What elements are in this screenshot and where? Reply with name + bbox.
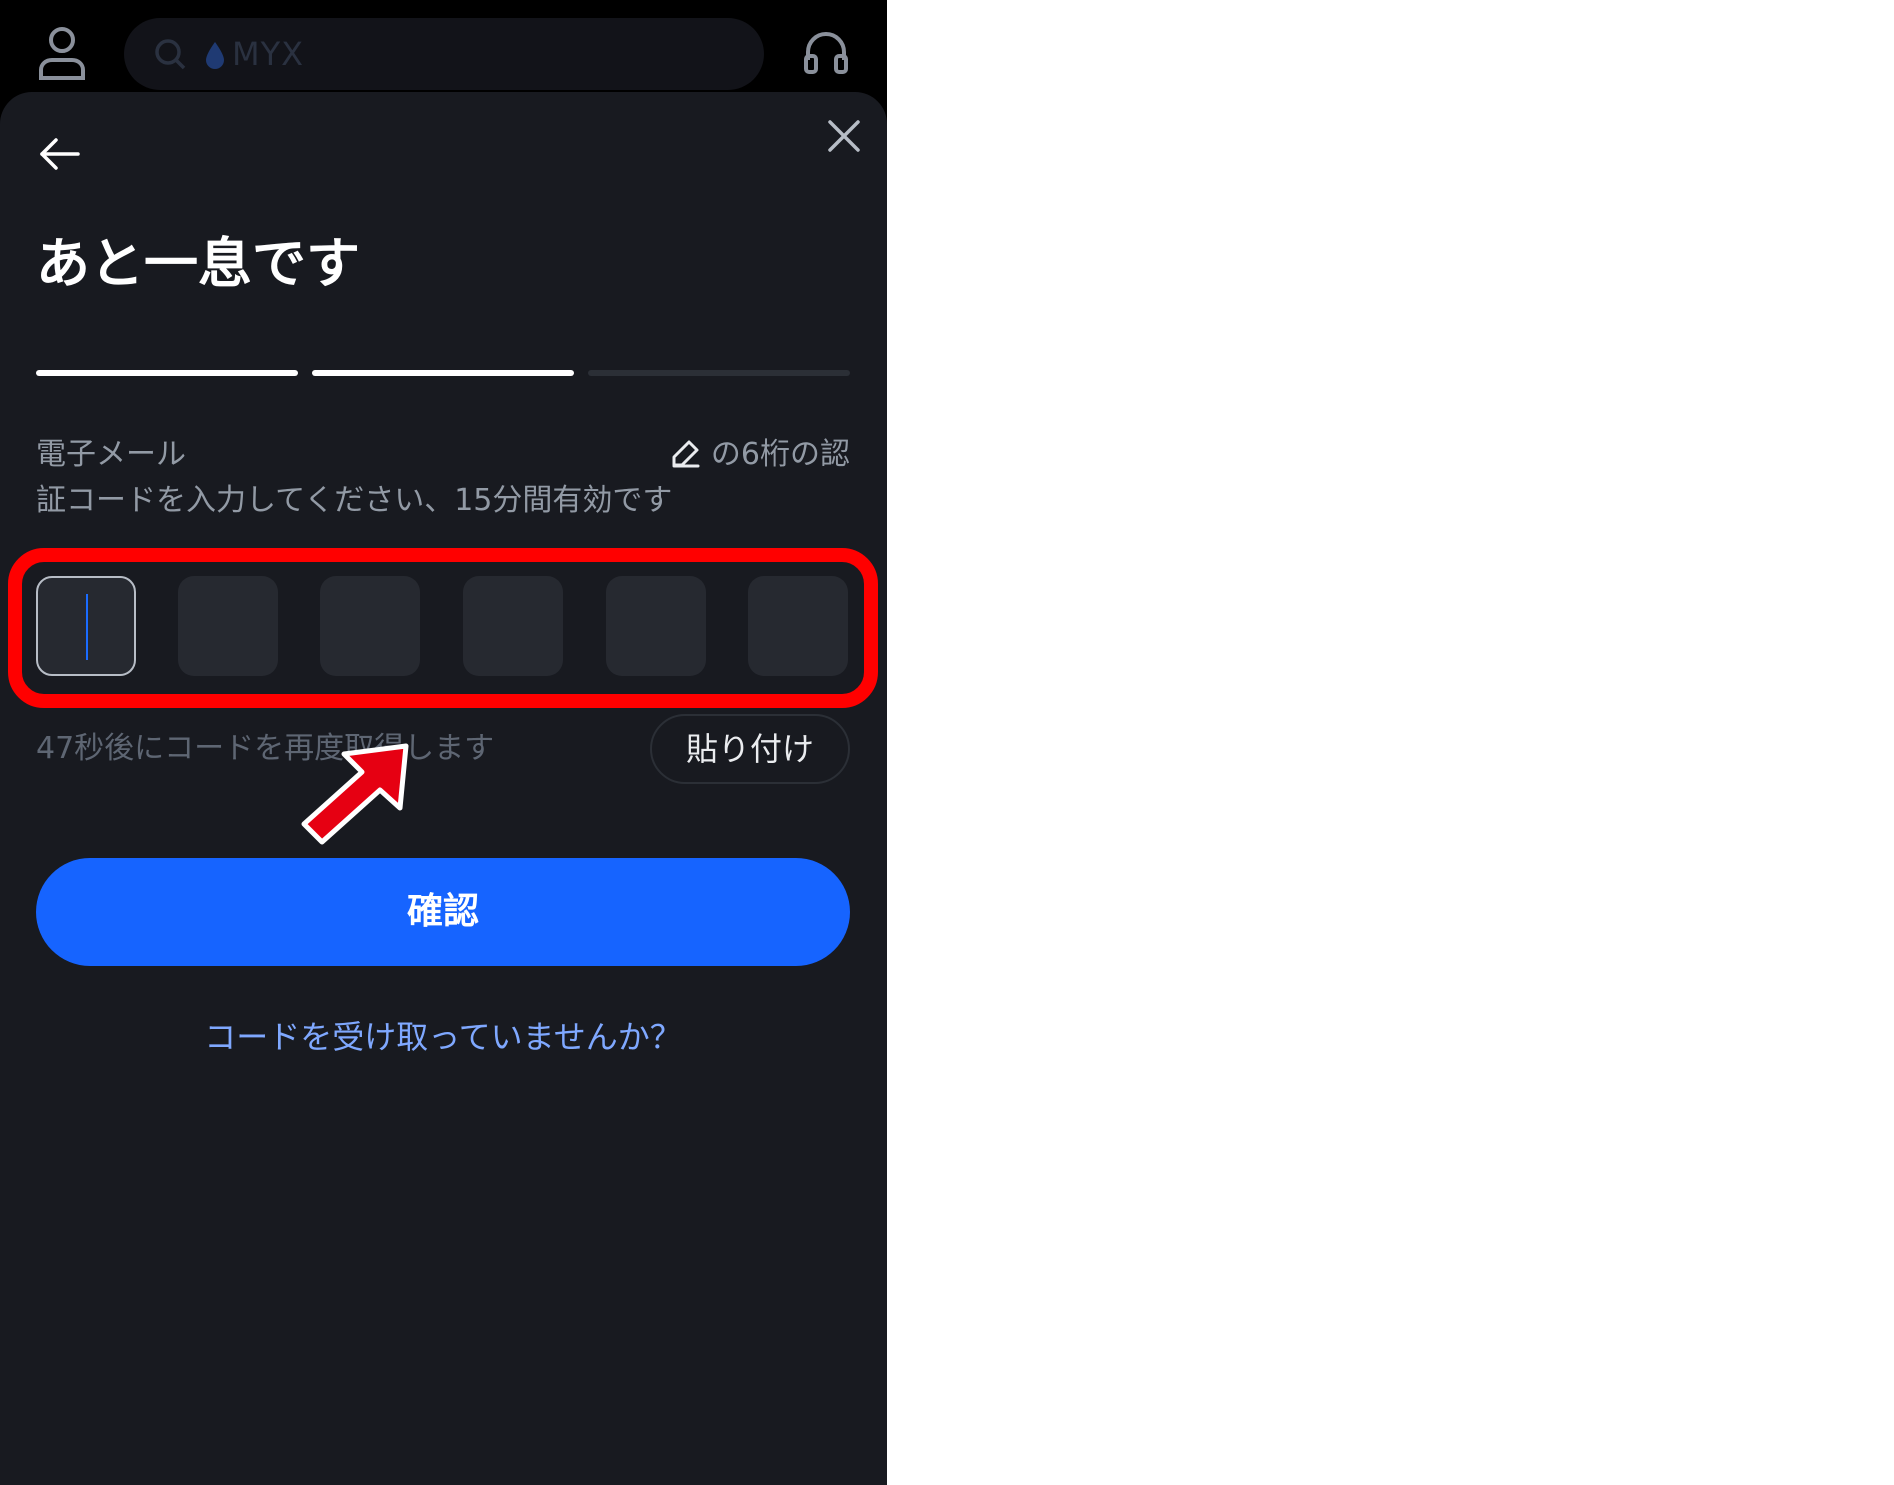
resend-countdown: 47秒後にコードを再度取得します [36,731,495,766]
step-progress [36,370,850,376]
instruction-line-2: 証コードを入力してください、15分間有効です [36,483,673,518]
code-input-group [36,576,850,678]
search-icon [155,39,186,70]
close-icon[interactable] [824,116,864,156]
verification-sheet: あと一息です 電子メール の6桁の認 証コードを入力してください、15分間有効で… [0,92,887,1485]
text-caret [86,594,88,660]
edit-email-link[interactable]: の6桁の認 [671,432,850,478]
instruction-text: 電子メール の6桁の認 証コードを入力してください、15分間有効です [36,432,850,524]
back-arrow-icon[interactable] [36,130,84,178]
user-icon[interactable] [36,24,88,80]
code-digit-1[interactable] [36,576,136,676]
code-digit-2[interactable] [178,576,278,676]
confirm-button[interactable]: 確認 [36,858,850,966]
drop-icon [206,42,224,69]
search-placeholder: MYX [232,35,305,73]
no-code-link[interactable]: コードを受け取っていませんか？ [36,1012,850,1062]
code-digit-3[interactable] [320,576,420,676]
progress-step-2 [312,370,574,376]
phone-screen: MYX あと一息です 電子メール の6桁の認 証コードを入力してください、15分… [0,0,887,1485]
code-digit-4[interactable] [463,576,563,676]
page-title: あと一息です [36,232,360,295]
paste-button[interactable]: 貼り付け [650,714,850,784]
headset-icon[interactable] [802,28,850,76]
progress-step-3 [588,370,850,376]
email-label: 電子メール [36,437,186,472]
pencil-icon [672,440,700,468]
code-digit-6[interactable] [748,576,848,676]
edit-email-text: の6桁の認 [710,437,850,472]
code-digit-5[interactable] [606,576,706,676]
progress-step-1 [36,370,298,376]
search-input[interactable]: MYX [124,18,764,90]
